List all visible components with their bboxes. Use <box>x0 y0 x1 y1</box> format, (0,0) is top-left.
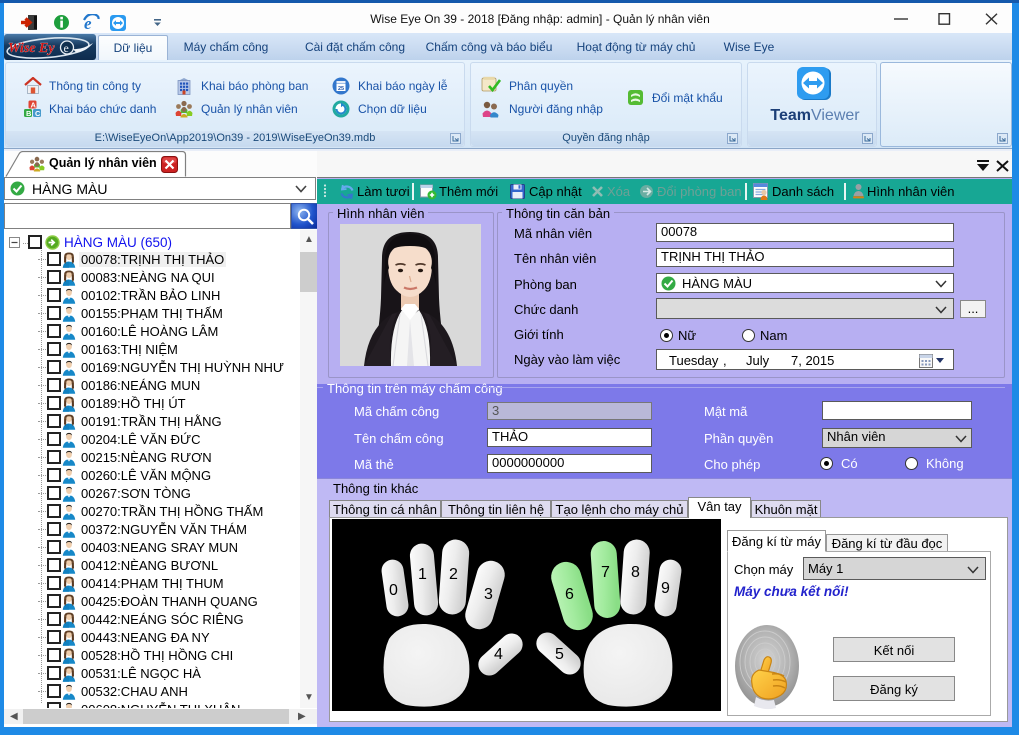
svg-text:0: 0 <box>389 582 398 599</box>
svg-text:6: 6 <box>565 586 574 603</box>
svg-text:25: 25 <box>338 86 344 92</box>
svg-text:5: 5 <box>555 646 564 663</box>
svg-text:9: 9 <box>661 580 670 597</box>
svg-text:B: B <box>26 109 32 118</box>
svg-text:2: 2 <box>449 566 458 583</box>
svg-text:C: C <box>35 109 41 118</box>
svg-text:Wise Ey: Wise Ey <box>8 41 55 56</box>
svg-text:e: e <box>64 41 69 55</box>
svg-text:8: 8 <box>631 564 640 581</box>
svg-text:4: 4 <box>494 646 503 663</box>
svg-text:1: 1 <box>418 566 427 583</box>
svg-text:7: 7 <box>601 564 610 581</box>
svg-text:3: 3 <box>484 586 493 603</box>
